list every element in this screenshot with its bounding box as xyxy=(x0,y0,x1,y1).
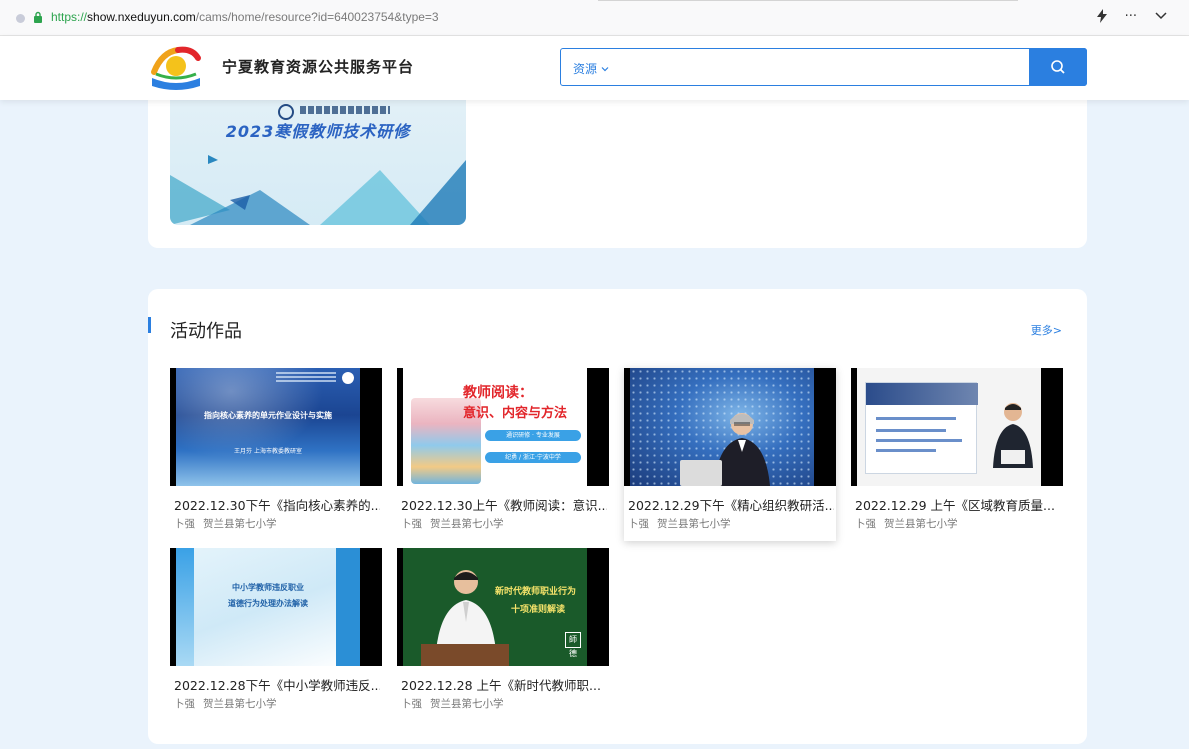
thumbnail-subtitle: 意识、内容与方法 xyxy=(463,406,568,421)
url-host: show.nxeduyun.com xyxy=(87,10,196,24)
activity-works-card: 活动作品 更多> 指向核心素养的单元作业设计与实施 王月芬 上海市教委教研室 2… xyxy=(148,289,1087,744)
thumbnail-title: 新时代教师职业行为 xyxy=(495,587,577,597)
search-input[interactable] xyxy=(621,51,1021,83)
item-school: 贺兰县第七小学 xyxy=(203,698,277,710)
speaker-figure xyxy=(993,403,1033,468)
laptop-graphic xyxy=(680,460,722,486)
item-title[interactable]: 2022.12.29下午《精心组织教研活... xyxy=(628,495,834,514)
chevron-down-icon[interactable] xyxy=(1155,9,1167,27)
item-author: 卜强 xyxy=(401,698,422,710)
more-link[interactable]: 更多> xyxy=(1031,322,1062,338)
overflow-menu-icon[interactable]: ··· xyxy=(1125,9,1137,27)
tab-strip-line xyxy=(598,0,1018,3)
list-item[interactable]: 中小学教师违反职业 道德行为处理办法解读 2022.12.28下午《中小学教师违… xyxy=(170,548,382,713)
lock-icon xyxy=(34,11,42,23)
section-accent-bar xyxy=(148,317,151,333)
presentation-slide xyxy=(865,382,978,474)
item-title[interactable]: 2022.12.29 上午《区域教育质量... xyxy=(855,495,1061,514)
thumbnail-title: 中小学教师违反职业 xyxy=(232,583,304,592)
item-title[interactable]: 2022.12.30上午《教师阅读：意识... xyxy=(401,495,607,514)
item-title[interactable]: 2022.12.30下午《指向核心素养的... xyxy=(174,495,380,514)
browser-url-bar: https://show.nxeduyun.com/cams/home/reso… xyxy=(0,0,1189,36)
thumbnail-title: 指向核心素养的单元作业设计与实施 xyxy=(204,411,332,420)
featured-card: 2023寒假教师技术研修 xyxy=(148,100,1087,248)
list-item[interactable]: 新时代教师职业行为 十项准则解读 師德 2022.12.28 上午《新时代教师职… xyxy=(397,548,609,713)
desk-graphic xyxy=(421,644,509,666)
item-author: 卜强 xyxy=(174,698,195,710)
search-scope-dropdown[interactable]: 资源 xyxy=(573,60,609,77)
site-header: 宁夏教育资源公共服务平台 资源 xyxy=(0,36,1189,100)
thumbnail-subtitle: 十项准则解读 xyxy=(511,605,566,615)
search-bar: 资源 xyxy=(560,48,1087,86)
video-thumbnail[interactable]: 中小学教师违反职业 道德行为处理办法解读 xyxy=(170,548,382,666)
chevron-down-icon xyxy=(601,67,609,72)
item-author: 卜强 xyxy=(174,518,195,530)
url-scheme: https:// xyxy=(51,10,88,24)
thumbnail-title: 教师阅读： xyxy=(463,385,533,401)
list-item[interactable]: 2022.12.29 上午《区域教育质量... 卜强 贺兰县第七小学 xyxy=(851,368,1063,533)
item-author: 卜强 xyxy=(401,518,422,530)
item-school: 贺兰县第七小学 xyxy=(657,518,731,530)
site-title[interactable]: 宁夏教育资源公共服务平台 xyxy=(222,56,414,77)
item-school: 贺兰县第七小学 xyxy=(884,518,958,530)
list-item[interactable]: 指向核心素养的单元作业设计与实施 王月芬 上海市教委教研室 2022.12.30… xyxy=(170,368,382,533)
thumbnail-subtitle: 道德行为处理办法解读 xyxy=(228,599,308,608)
list-item[interactable]: 2022.12.29下午《精心组织教研活... 卜强 贺兰县第七小学 xyxy=(624,368,836,541)
search-scope-label: 资源 xyxy=(573,62,598,76)
item-title[interactable]: 2022.12.28 上午《新时代教师职... xyxy=(401,675,607,694)
search-icon xyxy=(1051,60,1065,74)
url-path: /cams/home/resource?id=640023754&type=3 xyxy=(195,10,439,24)
video-thumbnail[interactable]: 新时代教师职业行为 十项准则解读 師德 xyxy=(397,548,609,666)
address-field[interactable]: https://show.nxeduyun.com/cams/home/reso… xyxy=(51,10,439,24)
video-thumbnail[interactable] xyxy=(624,368,836,486)
list-item[interactable]: 教师阅读： 意识、内容与方法 通识研修 · 专业发展 纪勇 / 浙江·宁波中学 … xyxy=(397,368,609,533)
item-school: 贺兰县第七小学 xyxy=(430,698,504,710)
lightning-icon[interactable] xyxy=(1096,9,1107,27)
thumbnail-tag: 纪勇 / 浙江·宁波中学 xyxy=(485,452,581,463)
logo-icon xyxy=(342,372,354,384)
banner-decoration xyxy=(170,155,466,225)
featured-banner-image[interactable]: 2023寒假教师技术研修 xyxy=(170,100,466,225)
thumbnail-badge: 師德 xyxy=(565,632,581,658)
item-school: 贺兰县第七小学 xyxy=(430,518,504,530)
item-author: 卜强 xyxy=(855,518,876,530)
search-button[interactable] xyxy=(1029,48,1087,86)
video-thumbnail[interactable]: 教师阅读： 意识、内容与方法 通识研修 · 专业发展 纪勇 / 浙江·宁波中学 xyxy=(397,368,609,486)
item-author: 卜强 xyxy=(628,518,649,530)
site-logo-icon[interactable] xyxy=(148,42,204,94)
video-thumbnail[interactable] xyxy=(851,368,1063,486)
item-title[interactable]: 2022.12.28下午《中小学教师违反... xyxy=(174,675,380,694)
video-thumbnail[interactable]: 指向核心素养的单元作业设计与实施 王月芬 上海市教委教研室 xyxy=(170,368,382,486)
section-title: 活动作品 xyxy=(170,321,242,342)
item-school: 贺兰县第七小学 xyxy=(203,518,277,530)
thumbnail-tag: 通识研修 · 专业发展 xyxy=(485,430,581,441)
info-icon[interactable] xyxy=(16,14,25,23)
thumbnail-subtitle: 王月芬 上海市教委教研室 xyxy=(234,448,302,455)
